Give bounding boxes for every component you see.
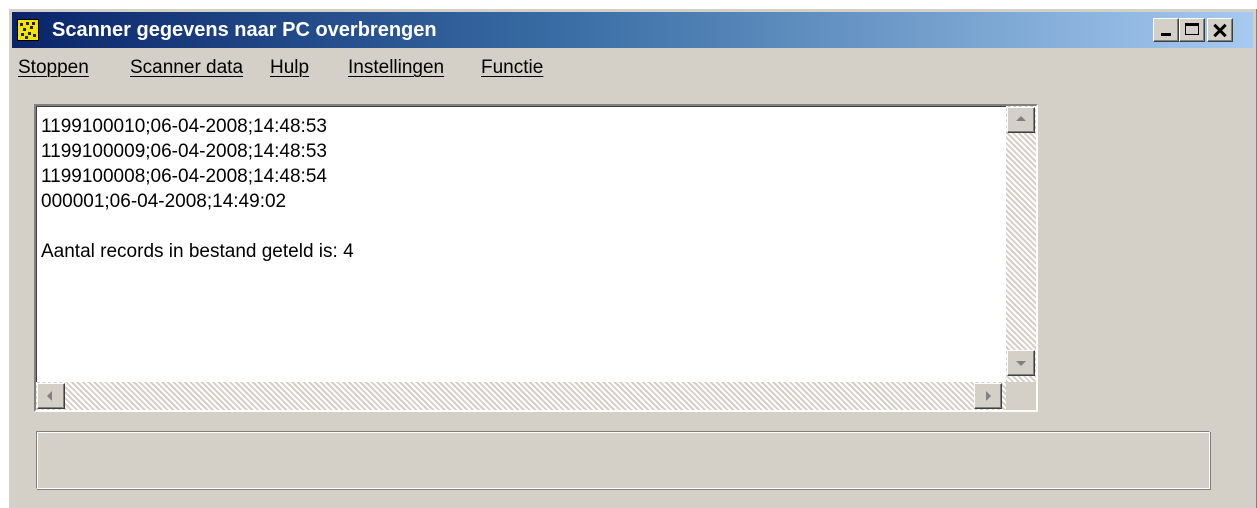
menu-instellingen[interactable]: Instellingen	[348, 52, 444, 84]
menu-stoppen[interactable]: Stoppen	[18, 52, 89, 84]
window-title: Scanner gegevens naar PC overbrengen	[52, 19, 437, 41]
menu-hulp[interactable]: Hulp	[270, 52, 309, 84]
scroll-left-button[interactable]	[37, 383, 65, 409]
app-window: Scanner gegevens naar PC overbrengen Sto…	[8, 8, 1257, 508]
menu-bar: Stoppen Scanner data Hulp Instellingen F…	[12, 52, 1253, 84]
title-bar[interactable]: Scanner gegevens naar PC overbrengen	[12, 12, 1253, 48]
horizontal-scrollbar[interactable]	[36, 382, 1006, 410]
vertical-scrollbar[interactable]	[1006, 106, 1036, 382]
menu-scanner-data[interactable]: Scanner data	[130, 52, 243, 84]
maximize-button[interactable]	[1179, 18, 1205, 42]
scroll-up-button[interactable]	[1007, 107, 1035, 133]
output-textarea[interactable]: 1199100010;06-04-2008;14:48:53 119910000…	[34, 104, 1038, 412]
close-button[interactable]	[1207, 18, 1233, 42]
scroll-down-button[interactable]	[1007, 350, 1035, 376]
status-panel	[36, 431, 1210, 489]
scroll-right-button[interactable]	[974, 383, 1002, 409]
scrollbar-corner	[1006, 382, 1036, 410]
menu-functie[interactable]: Functie	[481, 52, 543, 84]
output-text: 1199100010;06-04-2008;14:48:53 119910000…	[41, 116, 354, 262]
scanner-app-icon[interactable]	[17, 19, 39, 41]
minimize-button[interactable]	[1153, 18, 1179, 42]
